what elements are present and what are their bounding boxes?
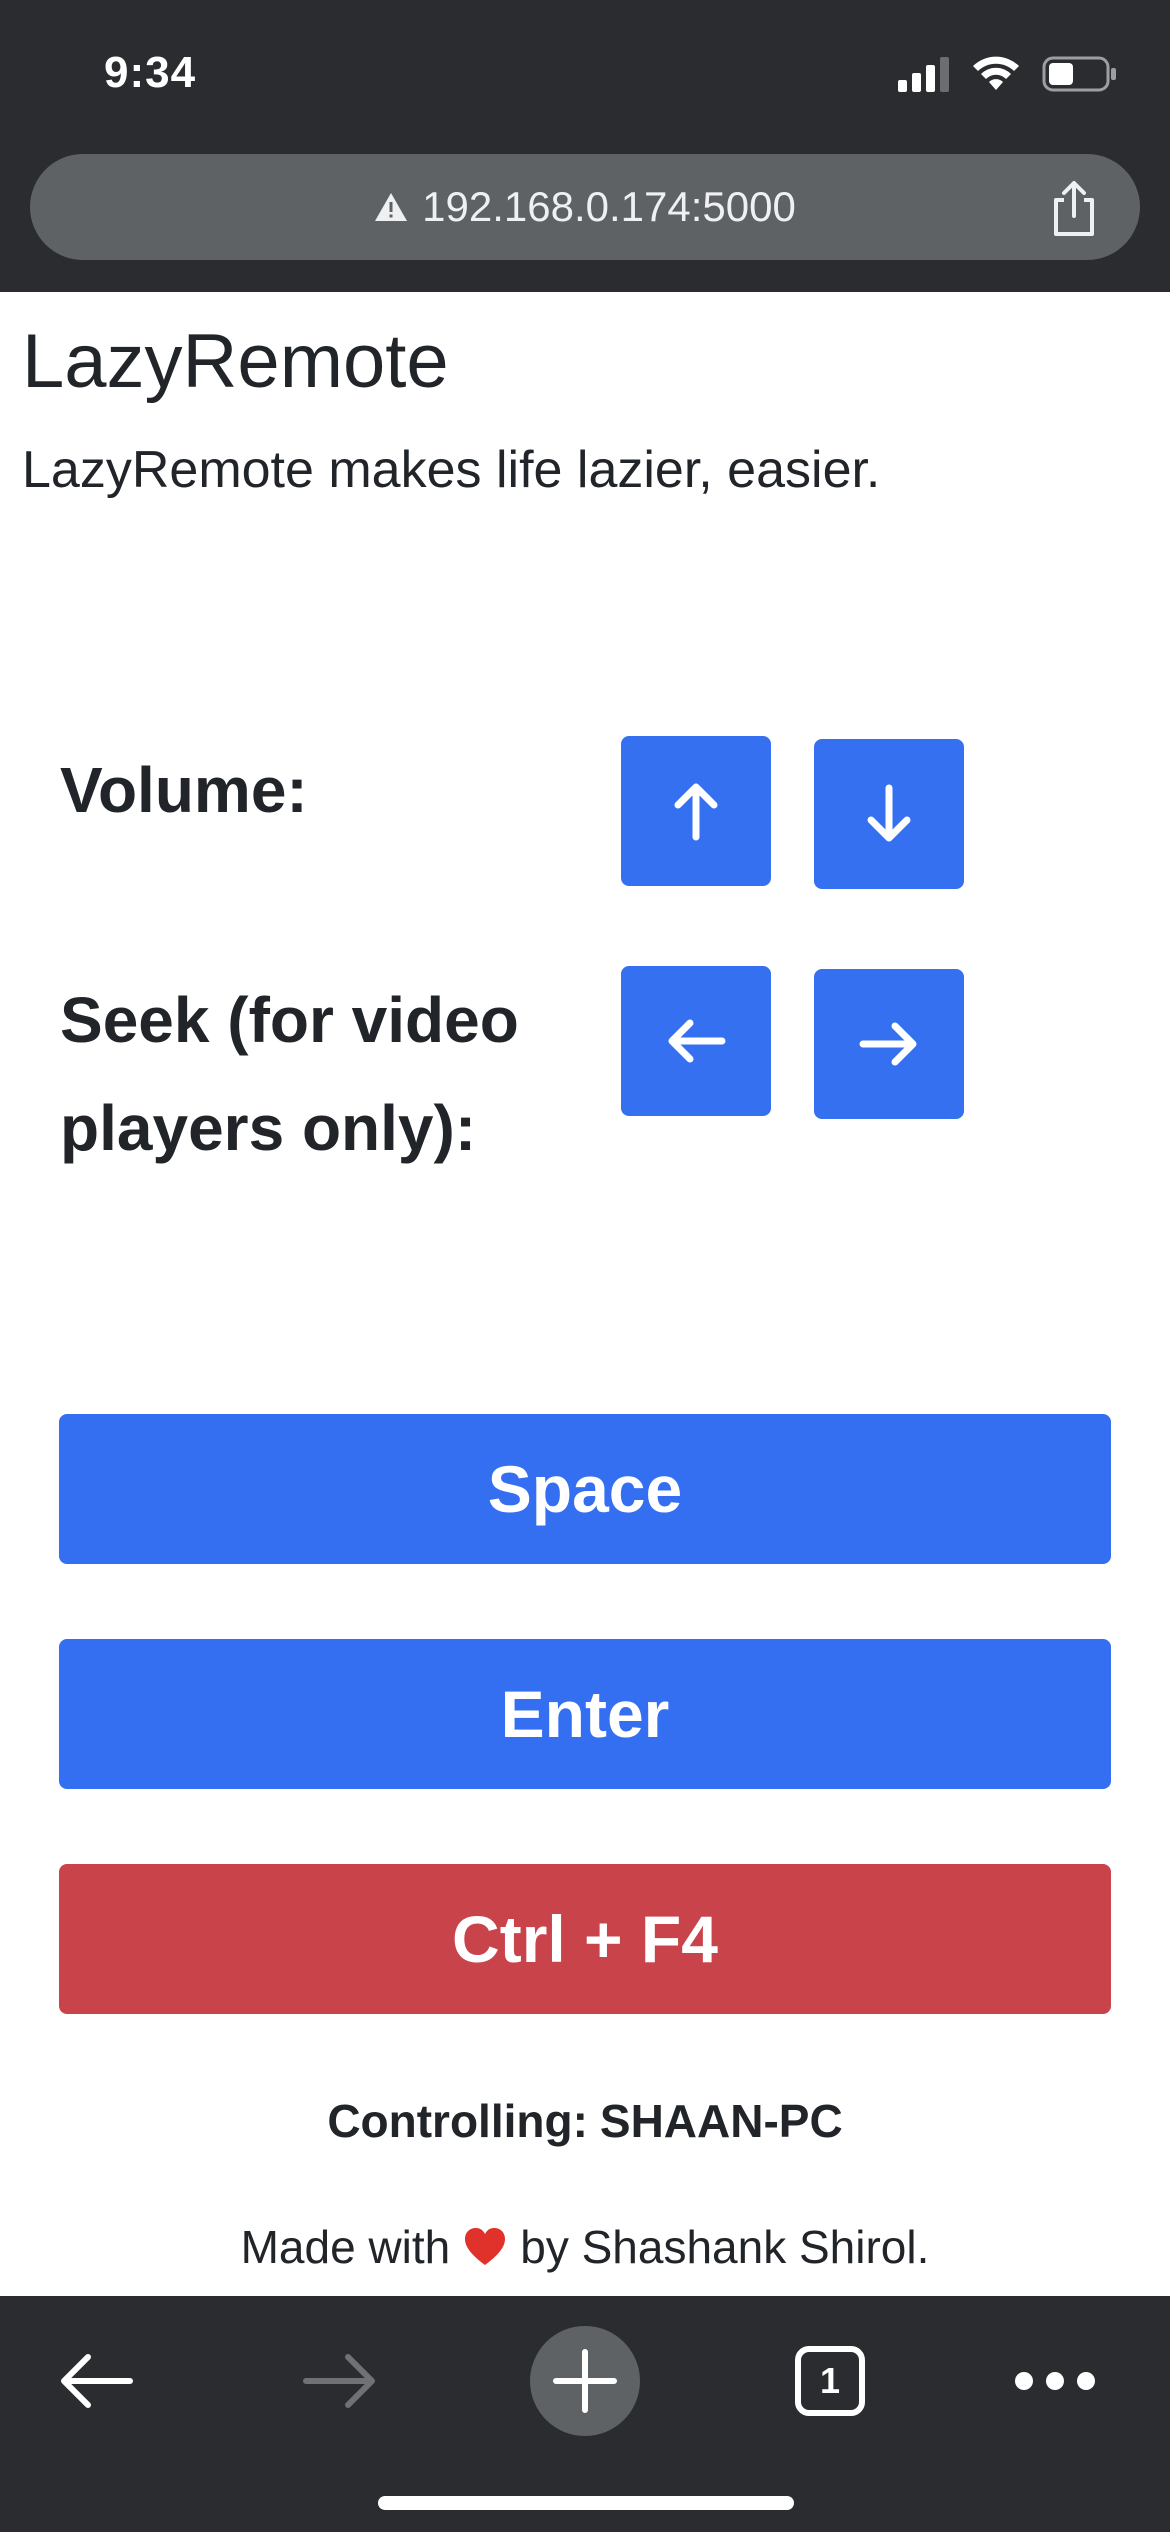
new-tab-circle bbox=[530, 2326, 640, 2436]
enter-button[interactable]: Enter bbox=[59, 1639, 1111, 1789]
controlling-label: Controlling: bbox=[327, 2095, 588, 2147]
tabs-icon: 1 bbox=[795, 2346, 865, 2416]
ctrl-f4-button[interactable]: Ctrl + F4 bbox=[59, 1864, 1111, 2014]
url-bar[interactable]: 192.168.0.174:5000 bbox=[30, 154, 1140, 260]
space-button[interactable]: Space bbox=[59, 1414, 1111, 1564]
arrow-up-icon bbox=[674, 783, 718, 841]
new-tab-button[interactable] bbox=[530, 2316, 640, 2446]
wifi-icon bbox=[973, 56, 1019, 90]
home-indicator[interactable] bbox=[378, 2496, 794, 2510]
back-arrow-icon bbox=[61, 2354, 133, 2408]
arrow-right-icon bbox=[859, 1022, 917, 1066]
status-time: 9:34 bbox=[104, 48, 197, 97]
footer-text-before: Made with bbox=[240, 2221, 451, 2273]
forward-arrow-icon bbox=[303, 2354, 375, 2408]
signal-icon bbox=[898, 57, 949, 92]
seek-forward-button[interactable] bbox=[814, 969, 964, 1119]
controlling-status: Controlling: SHAAN-PC bbox=[0, 2094, 1170, 2148]
controlling-host: SHAAN-PC bbox=[599, 2095, 843, 2147]
arrow-down-icon bbox=[867, 784, 911, 842]
warning-triangle-icon bbox=[375, 193, 408, 221]
heart-icon bbox=[465, 2228, 506, 2265]
battery-icon bbox=[1042, 56, 1116, 92]
footer-credit: Made with by Shashank Shirol. bbox=[0, 2220, 1170, 2274]
url-text: 192.168.0.174:5000 bbox=[422, 183, 796, 230]
page-title: LazyRemote bbox=[22, 319, 449, 404]
new-tab-plus-icon bbox=[553, 2349, 617, 2413]
arrow-left-icon bbox=[668, 1019, 726, 1063]
page-tagline: LazyRemote makes life lazier, easier. bbox=[22, 441, 881, 499]
more-dots-icon bbox=[1015, 2372, 1095, 2390]
browser-top-chrome: 9:34 192.168.0.174:5000 bbox=[0, 0, 1170, 292]
more-button[interactable] bbox=[1000, 2316, 1110, 2446]
volume-down-button[interactable] bbox=[814, 739, 964, 889]
volume-up-button[interactable] bbox=[621, 736, 771, 886]
volume-label: Volume: bbox=[60, 754, 308, 826]
tabs-button[interactable]: 1 bbox=[782, 2316, 878, 2446]
forward-button[interactable] bbox=[290, 2316, 390, 2446]
back-button[interactable] bbox=[46, 2316, 146, 2446]
url-display: 192.168.0.174:5000 bbox=[30, 154, 1140, 260]
seek-label: Seek (for video players only): bbox=[60, 984, 519, 1164]
share-button[interactable] bbox=[1048, 180, 1100, 238]
seek-back-button[interactable] bbox=[621, 966, 771, 1116]
share-icon bbox=[1054, 181, 1094, 236]
footer-text-after: by Shashank Shirol. bbox=[520, 2221, 930, 2273]
status-icons bbox=[898, 52, 1118, 96]
